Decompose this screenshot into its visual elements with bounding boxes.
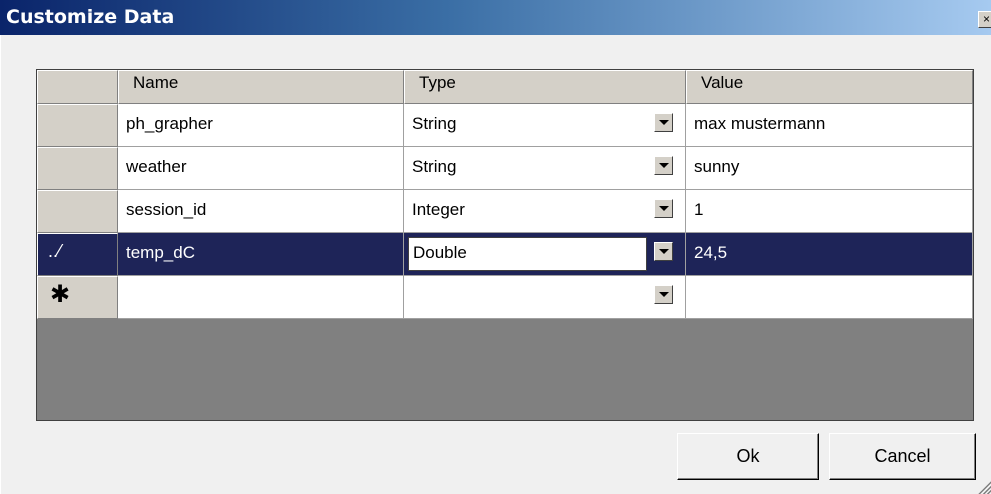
type-cell[interactable]: Integer xyxy=(404,190,686,233)
row-header[interactable]: ✱ xyxy=(37,276,118,319)
row-header[interactable] xyxy=(37,147,118,190)
type-combobox[interactable]: Double xyxy=(408,237,647,271)
header-row: Name Type Value xyxy=(37,70,973,104)
dropdown-arrow-icon[interactable] xyxy=(654,242,673,261)
value-cell[interactable]: 1 xyxy=(686,190,973,233)
ok-button[interactable]: Ok xyxy=(677,433,819,480)
name-cell[interactable]: weather xyxy=(118,147,404,190)
column-header-type[interactable]: Type xyxy=(404,70,686,104)
resize-grip-icon[interactable] xyxy=(977,480,991,494)
table-row[interactable]: weather String sunny xyxy=(37,147,973,190)
dropdown-arrow-icon[interactable] xyxy=(654,113,673,132)
value-cell[interactable]: 24,5 xyxy=(686,233,973,276)
dropdown-arrow-icon[interactable] xyxy=(654,199,673,218)
row-header[interactable]: ..⁄ xyxy=(37,233,118,276)
corner-header xyxy=(37,70,118,104)
type-cell[interactable]: String xyxy=(404,147,686,190)
data-grid[interactable]: Name Type Value ph_grapher String max mu… xyxy=(36,69,974,421)
edit-pencil-icon: ..⁄ xyxy=(48,241,62,261)
value-cell[interactable]: sunny xyxy=(686,147,973,190)
name-cell[interactable]: temp_dC xyxy=(118,233,404,276)
type-cell[interactable]: Double xyxy=(404,233,686,276)
value-cell[interactable]: max mustermann xyxy=(686,104,973,147)
column-header-value[interactable]: Value xyxy=(686,70,973,104)
dropdown-arrow-icon[interactable] xyxy=(654,156,673,175)
close-icon: × xyxy=(982,12,990,26)
table-row[interactable]: ph_grapher String max mustermann xyxy=(37,104,973,147)
cancel-button[interactable]: Cancel xyxy=(829,433,976,480)
row-header[interactable] xyxy=(37,190,118,233)
value-cell[interactable] xyxy=(686,276,973,319)
type-cell[interactable] xyxy=(404,276,686,319)
row-header[interactable] xyxy=(37,104,118,147)
name-cell[interactable]: ph_grapher xyxy=(118,104,404,147)
new-row-asterisk-icon: ✱ xyxy=(50,281,71,308)
name-cell[interactable] xyxy=(118,276,404,319)
title-bar: Customize Data × xyxy=(0,0,991,35)
name-cell[interactable]: session_id xyxy=(118,190,404,233)
window-title: Customize Data xyxy=(6,6,175,28)
dropdown-arrow-icon[interactable] xyxy=(654,285,673,304)
type-cell[interactable]: String xyxy=(404,104,686,147)
new-row[interactable]: ✱ xyxy=(37,276,973,319)
close-button[interactable]: × xyxy=(978,11,991,28)
table-row-selected[interactable]: ..⁄ temp_dC Double 24,5 xyxy=(37,233,973,276)
column-header-name[interactable]: Name xyxy=(118,70,404,104)
table-row[interactable]: session_id Integer 1 xyxy=(37,190,973,233)
